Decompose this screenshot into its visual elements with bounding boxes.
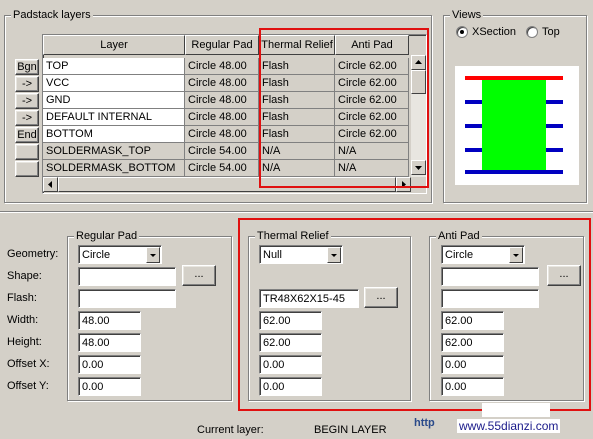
regular-pad-cell[interactable]: Circle 54.00 xyxy=(185,160,259,177)
offset-x-label: Offset X: xyxy=(7,358,50,370)
row-button-blank[interactable] xyxy=(15,144,39,160)
layer-cell[interactable]: SOLDERMASK_TOP xyxy=(43,143,185,160)
regular-flash-field[interactable] xyxy=(78,289,176,308)
xsection-preview xyxy=(455,66,579,185)
regular-geometry-value: Circle xyxy=(82,249,111,261)
regular-pad-cell[interactable]: Circle 48.00 xyxy=(185,109,259,126)
height-label: Height: xyxy=(7,336,42,348)
separator xyxy=(0,211,593,213)
row-button-arrow[interactable]: -> xyxy=(15,93,39,109)
top-label[interactable]: Top xyxy=(542,25,560,39)
views-title: Views xyxy=(450,8,484,22)
current-layer-value: BEGIN LAYER xyxy=(314,424,387,436)
regular-width-field[interactable]: 48.00 xyxy=(78,311,141,330)
highlight-box-table xyxy=(259,28,429,188)
top-radio[interactable] xyxy=(526,26,538,38)
regular-pad-cell[interactable]: Circle 48.00 xyxy=(185,92,259,109)
watermark-text: www.55dianzi.com xyxy=(457,419,561,433)
watermark xyxy=(482,403,550,417)
layer-cell[interactable]: SOLDERMASK_BOTTOM xyxy=(43,160,185,177)
scroll-left-button[interactable] xyxy=(43,177,58,192)
layer-cell[interactable]: DEFAULT INTERNAL xyxy=(43,109,185,126)
xsection-radio[interactable] xyxy=(456,26,468,38)
padstack-xsection-graphic xyxy=(465,76,563,174)
row-button-arrow[interactable]: -> xyxy=(15,110,39,126)
layer-cell[interactable]: GND xyxy=(43,92,185,109)
regular-height-field[interactable]: 48.00 xyxy=(78,333,141,352)
regular-offset-y-field[interactable]: 0.00 xyxy=(78,377,141,396)
row-button-begin[interactable]: Bgn xyxy=(15,59,39,75)
padstack-layers-title: Padstack layers xyxy=(11,8,93,22)
flash-label: Flash: xyxy=(7,292,37,304)
regular-pad-cell[interactable]: Circle 48.00 xyxy=(185,58,259,75)
row-button-arrow[interactable]: -> xyxy=(15,76,39,92)
offset-y-label: Offset Y: xyxy=(7,380,49,392)
regular-shape-field[interactable] xyxy=(78,267,176,286)
column-header-regular-pad[interactable]: Regular Pad xyxy=(185,35,259,55)
regular-geometry-select[interactable]: Circle xyxy=(78,245,162,264)
highlight-box-fields xyxy=(238,218,591,411)
regular-offset-x-field[interactable]: 0.00 xyxy=(78,355,141,374)
layer-cell[interactable]: TOP xyxy=(43,58,185,75)
regular-pad-cell[interactable]: Circle 48.00 xyxy=(185,75,259,92)
column-header-layer[interactable]: Layer xyxy=(43,35,185,55)
layer-cell[interactable]: BOTTOM xyxy=(43,126,185,143)
row-button-end[interactable]: End xyxy=(15,127,39,143)
regular-pad-cell[interactable]: Circle 48.00 xyxy=(185,126,259,143)
current-layer-label: Current layer: xyxy=(197,424,264,436)
regular-shape-browse-button[interactable]: ... xyxy=(182,265,216,286)
regular-pad-cell[interactable]: Circle 54.00 xyxy=(185,143,259,160)
geometry-label: Geometry: xyxy=(7,248,59,260)
width-label: Width: xyxy=(7,314,39,326)
shape-label: Shape: xyxy=(7,270,42,282)
arrow-left-icon xyxy=(48,181,52,188)
chevron-down-icon[interactable] xyxy=(146,247,160,263)
row-button-blank[interactable] xyxy=(15,161,39,177)
xsection-label[interactable]: XSection xyxy=(472,25,516,39)
regular-pad-title: Regular Pad xyxy=(74,229,140,243)
layer-cell[interactable]: VCC xyxy=(43,75,185,92)
watermark-prefix: http xyxy=(414,417,435,429)
